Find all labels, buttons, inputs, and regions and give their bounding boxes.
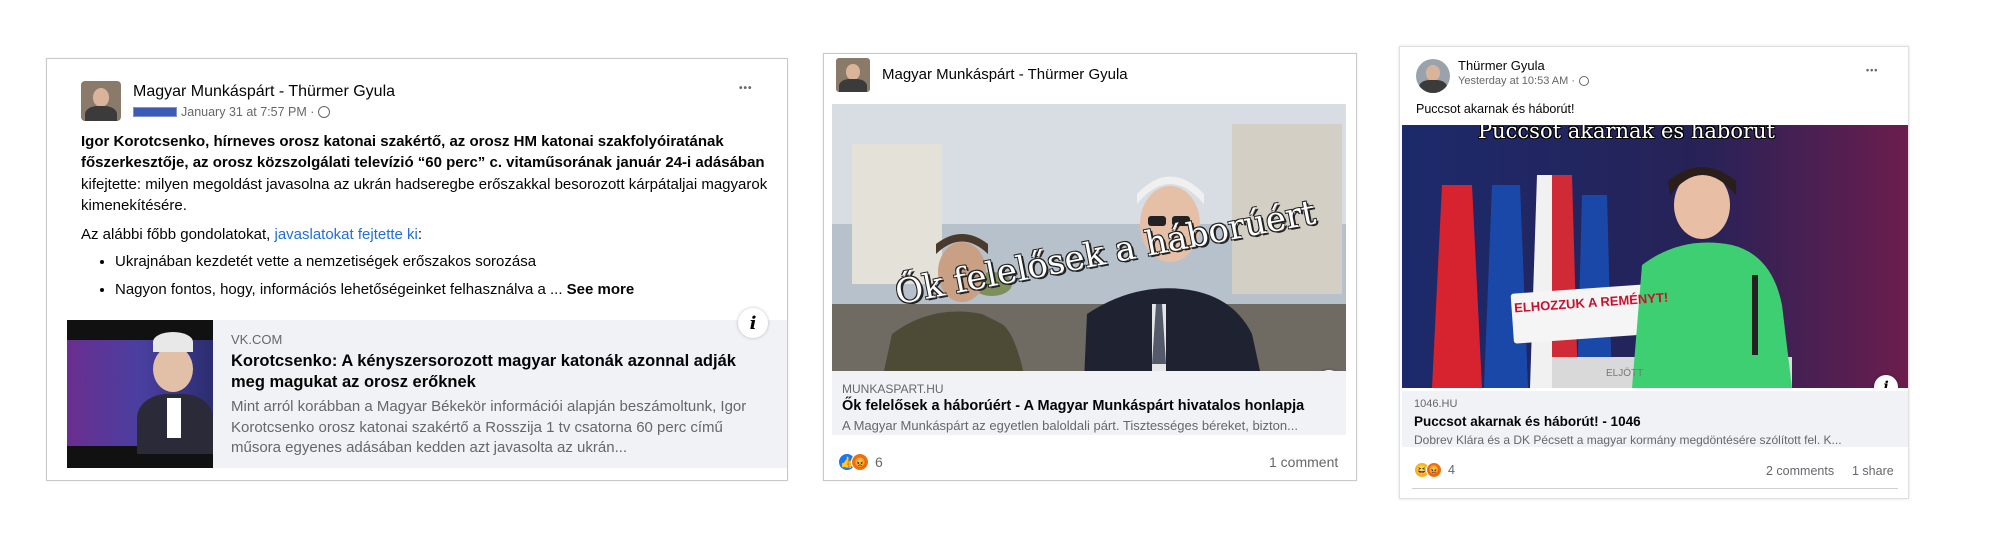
page-avatar[interactable] [836, 58, 870, 92]
reactions-summary[interactable]: 😆 😡 4 [1414, 462, 1455, 478]
post-text: Puccsot akarnak és háborút! [1416, 102, 1575, 116]
profile-name[interactable]: Thürmer Gyula [1458, 58, 1545, 73]
page-avatar[interactable] [81, 81, 121, 121]
link-preview[interactable]: VK.COM Korotcsenko: A kényszersorozott m… [67, 308, 787, 468]
divider [1412, 488, 1898, 489]
post-paragraph-1: Igor Korotcsenko, hírneves orosz katonai… [81, 133, 768, 214]
post-body: Igor Korotcsenko, hírneves orosz katonai… [81, 131, 771, 300]
link-thumbnail[interactable] [67, 320, 213, 468]
angry-reaction-icon: 😡 [851, 453, 869, 471]
link-domain: VK.COM [231, 332, 283, 347]
reactions-summary[interactable]: 👍 😡 6 [838, 453, 883, 471]
post-card-2: Magyar Munkáspárt - Thürmer Gyula Ők fel… [823, 53, 1357, 481]
reaction-count: 6 [875, 454, 883, 470]
more-options-button[interactable]: ••• [739, 83, 753, 94]
share-count[interactable]: 1 share [1852, 464, 1894, 478]
photo-illustration [1402, 125, 1908, 388]
podium-subtext: ELJÖTT [1606, 368, 1644, 379]
redacted-badge [133, 107, 177, 117]
more-options-button[interactable]: ••• [1866, 65, 1878, 75]
globe-icon [1579, 76, 1589, 86]
link-domain: 1046.HU [1414, 398, 1458, 410]
angry-reaction-icon: 😡 [1426, 462, 1442, 478]
post-timestamp[interactable]: Yesterday at 10:53 AM · [1458, 75, 1589, 87]
link-domain: MUNKASPART.HU [842, 382, 944, 396]
link-description: Mint arról korábban a Magyar Békekör inf… [231, 398, 747, 456]
image-caption: Puccsot akarnak és háborút [1478, 125, 1775, 143]
reaction-count: 4 [1448, 463, 1455, 477]
see-more-link[interactable]: See more [567, 281, 635, 298]
bullet-list: Ukrajnában kezdetét vette a nemzetiségek… [81, 251, 771, 300]
link-description: A Magyar Munkáspárt az egyetlen baloldal… [842, 418, 1298, 433]
post-timestamp[interactable]: January 31 at 7:57 PM · [133, 105, 331, 119]
post-image[interactable]: Puccsot akarnak és háborút ELHOZZUK A RE… [1402, 125, 1908, 388]
post-card-1: Magyar Munkáspárt - Thürmer Gyula Januar… [46, 58, 788, 481]
globe-icon [318, 106, 331, 118]
bullet-item: Nagyon fontos, hogy, információs lehetős… [115, 279, 771, 300]
link-preview[interactable]: MUNKASPART.HU Ők felelősek a háborúért -… [832, 371, 1346, 435]
comment-count[interactable]: 2 comments [1766, 464, 1834, 478]
profile-avatar[interactable] [1416, 59, 1450, 93]
bullet-item: Ukrajnában kezdetét vette a nemzetiségek… [115, 251, 771, 272]
page-name[interactable]: Magyar Munkáspárt - Thürmer Gyula [133, 83, 395, 101]
comment-count[interactable]: 1 comment [1269, 454, 1338, 470]
link-title[interactable]: Puccsot akarnak és háborút! - 1046 [1414, 414, 1641, 429]
post-card-3: Thürmer Gyula Yesterday at 10:53 AM · ••… [1399, 46, 1909, 499]
page-name[interactable]: Magyar Munkáspárt - Thürmer Gyula [882, 66, 1128, 83]
post-paragraph-2: Az alábbi főbb gondolatokat, javaslatoka… [81, 226, 423, 244]
info-icon[interactable]: i [738, 308, 768, 338]
link-title[interactable]: Korotcsenko: A kényszersorozott magyar k… [231, 351, 771, 393]
link-title[interactable]: Ők felelősek a háborúért - A Magyar Munk… [842, 398, 1304, 414]
inline-link[interactable]: javaslatokat fejtette ki [274, 226, 417, 243]
link-description: Dobrev Klára és a DK Pécsett a magyar ko… [1414, 433, 1842, 447]
link-preview[interactable]: 1046.HU Puccsot akarnak és háborút! - 10… [1402, 391, 1908, 447]
